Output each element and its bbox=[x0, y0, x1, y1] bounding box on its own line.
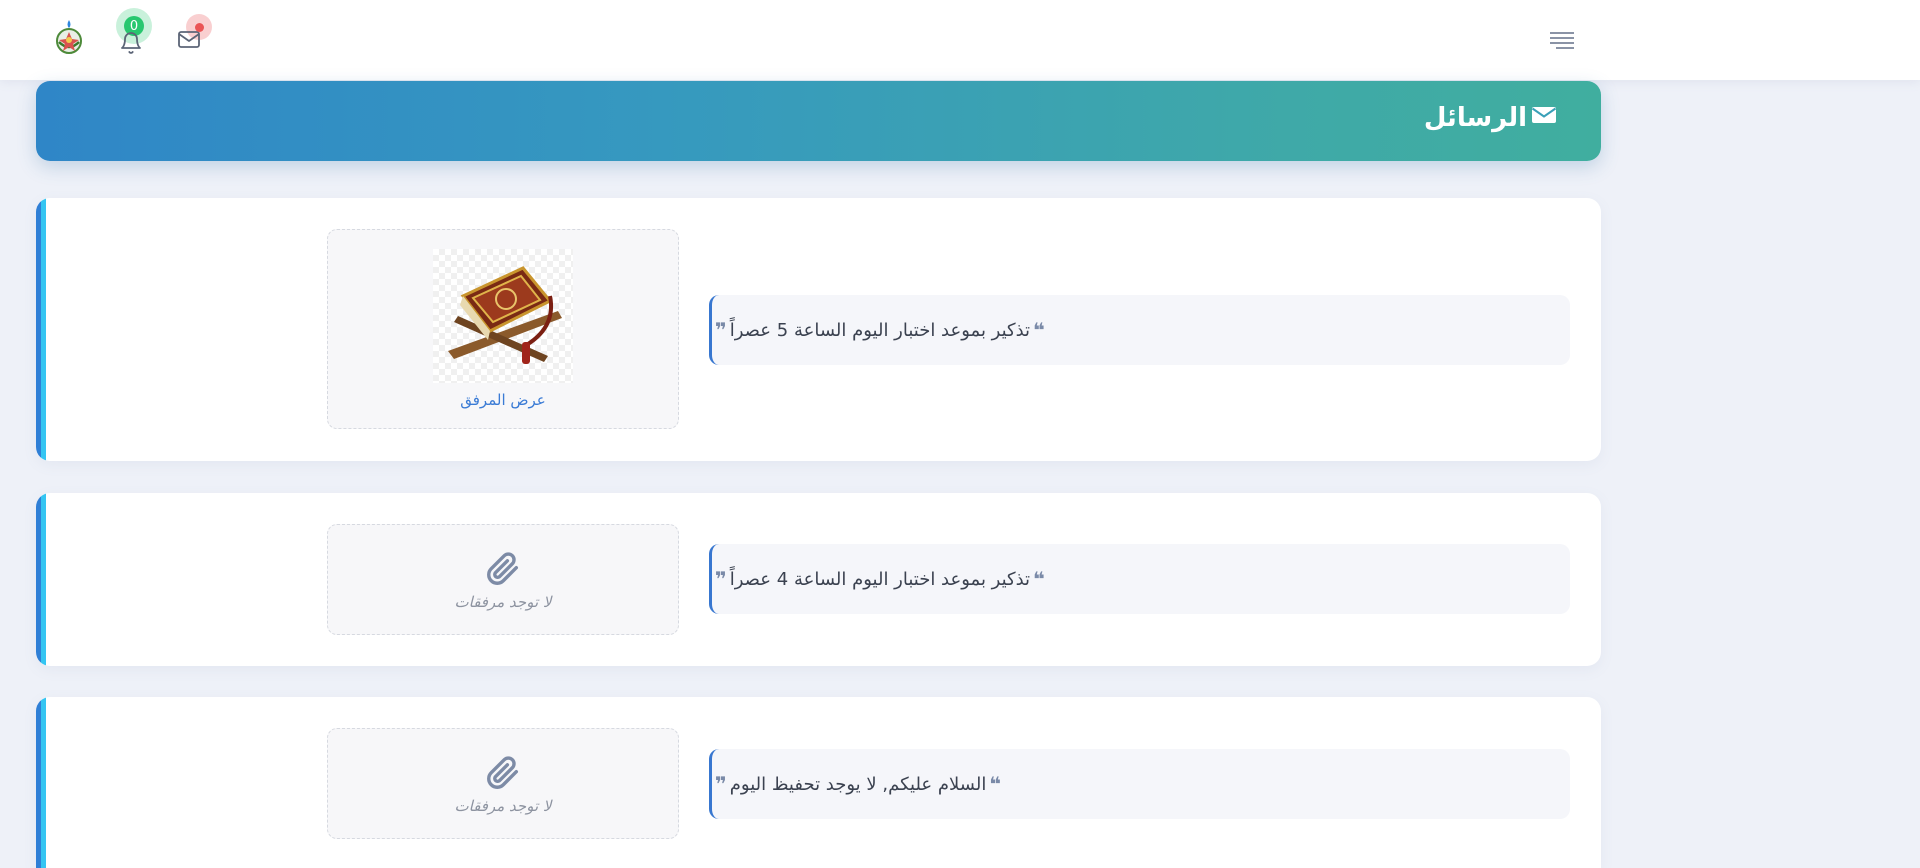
page-title: الرسائل bbox=[1424, 103, 1557, 133]
quote-open-icon: ❝ bbox=[989, 772, 1002, 796]
bell-icon[interactable] bbox=[116, 28, 146, 58]
paperclip-icon bbox=[483, 753, 523, 793]
card-accent-stripe bbox=[36, 198, 46, 461]
message-text-box: ❝ تذكير بموعد اختبار اليوم الساعة 5 عصرا… bbox=[709, 295, 1570, 365]
paperclip-icon bbox=[483, 549, 523, 589]
quote-close-icon: ❞ bbox=[715, 318, 727, 342]
mail-unread-dot bbox=[195, 23, 204, 32]
attachment-box-empty: لا توجد مرفقات bbox=[327, 524, 679, 635]
quote-open-icon: ❝ bbox=[1033, 318, 1045, 342]
top-navbar: 0 bbox=[0, 0, 1920, 80]
message-text: تذكير بموعد اختبار اليوم الساعة 5 عصراً bbox=[729, 319, 1031, 341]
quote-open-icon: ❝ bbox=[1033, 567, 1045, 591]
quote-close-icon: ❞ bbox=[715, 567, 727, 591]
message-card: ❝ تذكير بموعد اختبار اليوم الساعة 4 عصرا… bbox=[36, 493, 1601, 666]
no-attachments-label: لا توجد مرفقات bbox=[454, 592, 552, 611]
attachment-box-empty: لا توجد مرفقات bbox=[327, 728, 679, 839]
quote-close-icon: ❞ bbox=[715, 772, 727, 796]
attachment-thumbnail[interactable] bbox=[433, 249, 573, 383]
menu-toggle-icon[interactable] bbox=[1548, 28, 1576, 52]
attachment-box: عرض المرفق bbox=[327, 229, 679, 429]
message-text: السلام عليكم, لا يوجد تحفيظ اليوم bbox=[729, 773, 987, 795]
envelope-icon bbox=[1531, 103, 1557, 133]
user-avatar-logo[interactable] bbox=[50, 18, 88, 56]
quran-book-on-stand-icon bbox=[448, 266, 562, 364]
message-text: تذكير بموعد اختبار اليوم الساعة 4 عصراً bbox=[729, 568, 1031, 590]
message-card: ❝ السلام عليكم, لا يوجد تحفيظ اليوم ❞ لا… bbox=[36, 697, 1601, 868]
view-attachment-link[interactable]: عرض المرفق bbox=[460, 391, 546, 409]
page-title-text: الرسائل bbox=[1423, 103, 1527, 133]
no-attachments-label: لا توجد مرفقات bbox=[454, 796, 552, 815]
messages-header: الرسائل bbox=[36, 81, 1601, 161]
card-accent-stripe bbox=[36, 493, 46, 666]
message-card: ❝ تذكير بموعد اختبار اليوم الساعة 5 عصرا… bbox=[36, 198, 1601, 461]
message-text-box: ❝ السلام عليكم, لا يوجد تحفيظ اليوم ❞ bbox=[709, 749, 1570, 819]
message-text-box: ❝ تذكير بموعد اختبار اليوم الساعة 4 عصرا… bbox=[709, 544, 1570, 614]
card-accent-stripe bbox=[36, 697, 46, 868]
